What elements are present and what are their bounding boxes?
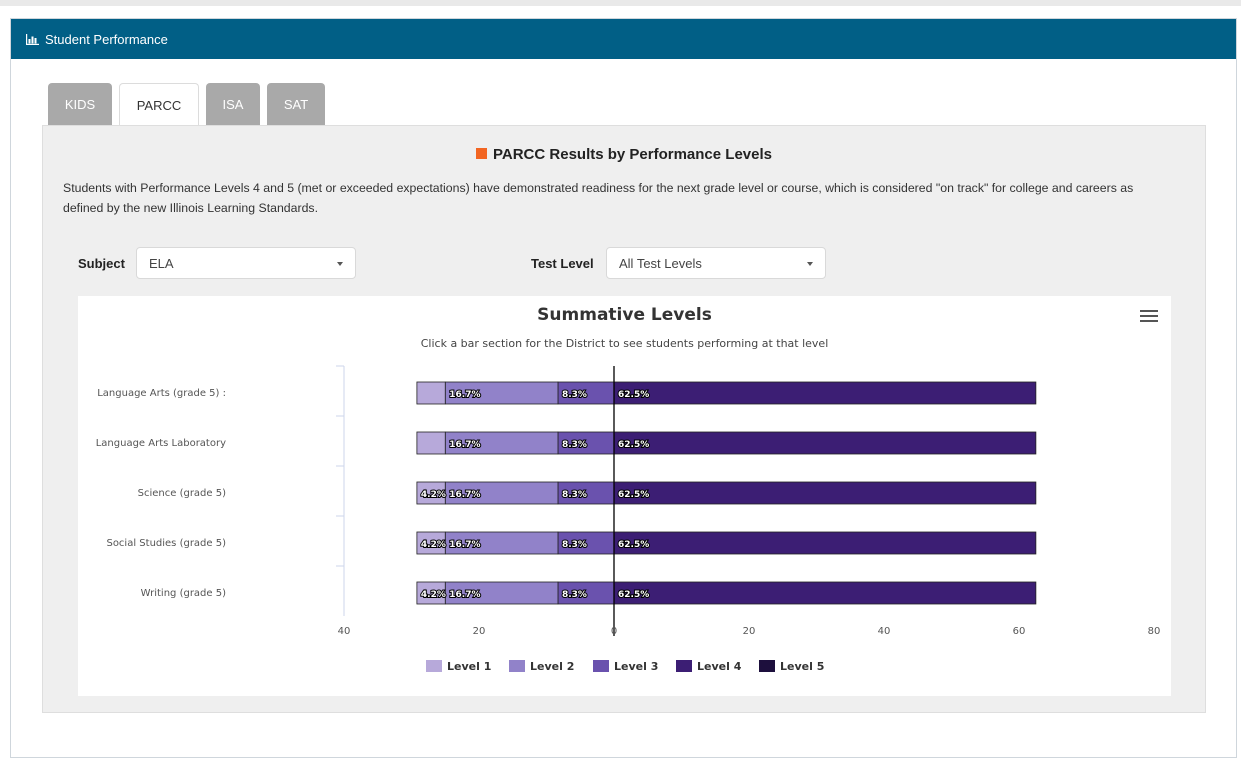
subject-select-value: ELA [149, 255, 174, 271]
student-performance-panel: Student Performance KIDS PARCC ISA SAT P… [10, 18, 1237, 758]
top-border [0, 0, 1241, 6]
legend-item-label[interactable]: Level 2 [530, 660, 574, 673]
orange-square-icon [476, 148, 487, 159]
category-label: Language Arts Laboratory [96, 438, 226, 449]
test-level-select-value: All Test Levels [619, 255, 702, 271]
chart-title: Summative Levels [537, 305, 712, 325]
data-label: 62.5% [618, 490, 649, 500]
data-label: 8.3% [562, 440, 587, 450]
subject-select[interactable]: ELA [136, 247, 356, 279]
legend-item-label[interactable]: Level 4 [697, 660, 742, 673]
subject-label: Subject [78, 256, 125, 271]
chart-subtitle: Click a bar section for the District to … [421, 337, 829, 350]
x-tick-label: 0 [611, 626, 617, 637]
tab-content: PARCC Results by Performance Levels Stud… [42, 125, 1206, 713]
legend-swatch[interactable] [426, 660, 442, 672]
data-label: 62.5% [618, 540, 649, 550]
legend-item-label[interactable]: Level 3 [614, 660, 658, 673]
legend-swatch[interactable] [509, 660, 525, 672]
data-label: 62.5% [618, 590, 649, 600]
data-label: 4.2% [421, 590, 446, 600]
data-label: 8.3% [562, 490, 587, 500]
data-label: 16.7% [449, 540, 480, 550]
data-label: 16.7% [449, 440, 480, 450]
category-label: Science (grade 5) [138, 488, 226, 499]
legend-swatch[interactable] [593, 660, 609, 672]
test-level-select[interactable]: All Test Levels [606, 247, 826, 279]
legend-swatch[interactable] [759, 660, 775, 672]
category-label: Language Arts (grade 5) : [97, 388, 226, 399]
chart-svg: Summative Levels Click a bar section for … [96, 305, 1161, 673]
data-label: 62.5% [618, 390, 649, 400]
chart-menu-icon[interactable] [1140, 310, 1158, 324]
section-title: PARCC Results by Performance Levels [43, 146, 1205, 163]
bar-segment-level-4[interactable] [613, 431, 1037, 455]
category-label: Social Studies (grade 5) [106, 538, 226, 549]
tab-sat[interactable]: SAT [267, 83, 325, 125]
panel-header: Student Performance [11, 19, 1236, 59]
legend-item-label[interactable]: Level 1 [447, 660, 491, 673]
category-label: Writing (grade 5) [141, 588, 226, 599]
x-tick-label: 60 [1013, 626, 1026, 637]
chevron-down-icon [807, 262, 813, 266]
section-description: Students with Performance Levels 4 and 5… [63, 181, 1134, 215]
x-tick-label: 40 [338, 626, 351, 637]
data-label: 8.3% [562, 540, 587, 550]
data-label: 16.7% [449, 590, 480, 600]
legend-item-label[interactable]: Level 5 [780, 660, 824, 673]
data-label: 8.3% [562, 590, 587, 600]
data-label: 16.7% [449, 390, 480, 400]
panel-title: Student Performance [45, 31, 168, 47]
bar-chart-icon [26, 33, 39, 45]
bar-segment-level-4[interactable] [613, 481, 1037, 505]
tab-isa[interactable]: ISA [206, 83, 260, 125]
summative-levels-chart: Summative Levels Click a bar section for … [78, 296, 1171, 696]
data-label: 16.7% [449, 490, 480, 500]
bar-segment-level-4[interactable] [613, 531, 1037, 555]
tab-kids[interactable]: KIDS [48, 83, 112, 125]
legend-swatch[interactable] [676, 660, 692, 672]
data-label: 4.2% [421, 490, 446, 500]
x-tick-label: 20 [743, 626, 756, 637]
bar-segment-level-4[interactable] [613, 581, 1037, 605]
bar-segment-level-1[interactable] [416, 381, 446, 405]
data-label: 4.2% [421, 540, 446, 550]
data-label: 62.5% [618, 440, 649, 450]
bar-segment-level-1[interactable] [416, 431, 446, 455]
section-title-text: PARCC Results by Performance Levels [493, 146, 772, 163]
bar-segment-level-4[interactable] [613, 381, 1037, 405]
x-tick-label: 80 [1148, 626, 1161, 637]
x-tick-label: 20 [473, 626, 486, 637]
chevron-down-icon [337, 262, 343, 266]
test-level-label: Test Level [531, 256, 594, 271]
data-label: 8.3% [562, 390, 587, 400]
x-tick-label: 40 [878, 626, 891, 637]
tab-parcc[interactable]: PARCC [119, 83, 199, 127]
